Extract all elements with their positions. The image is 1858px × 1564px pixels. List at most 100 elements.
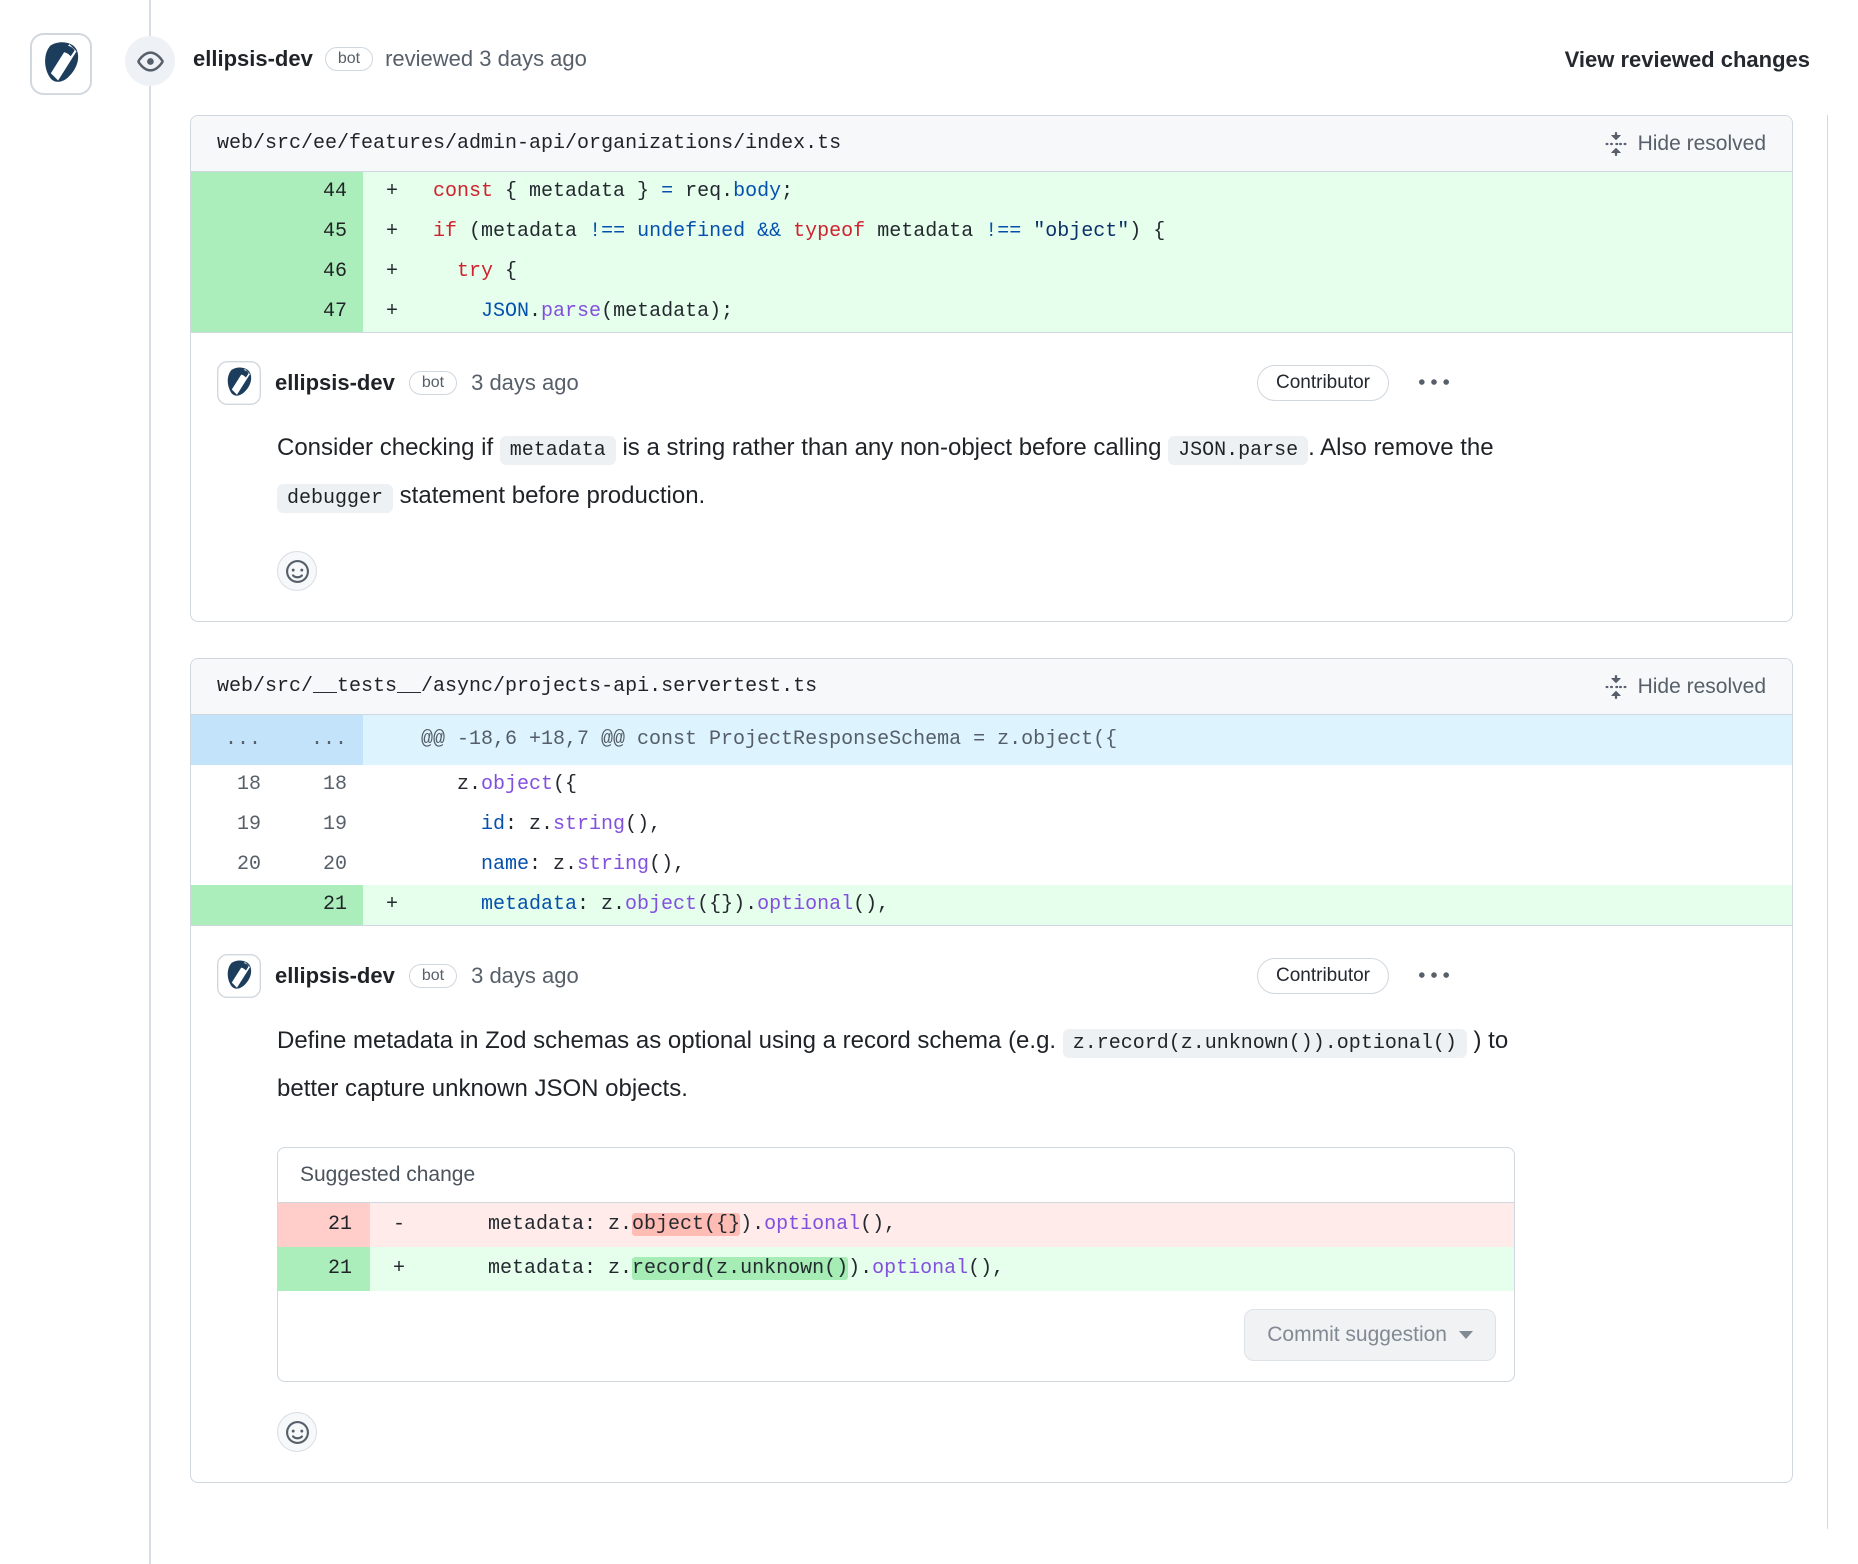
ellipsis-logo-icon <box>217 954 261 998</box>
code-line: name: z.string(), <box>421 845 685 885</box>
diff-block: ......@@ -18,6 +18,7 @@ const ProjectRes… <box>191 715 1792 926</box>
new-line-number: 45 <box>277 212 363 252</box>
code-line: id: z.string(), <box>421 805 661 845</box>
hide-resolved-label: Hide resolved <box>1638 675 1766 699</box>
pr-review-timeline: ellipsis-dev bot reviewed 3 days ago Vie… <box>0 0 1858 1564</box>
code-line: metadata: z.record(z.unknown()).optional… <box>428 1247 1004 1291</box>
inline-code: metadata <box>500 436 616 465</box>
comment-header: ellipsis-dev bot 3 days ago Contributor <box>217 361 1455 405</box>
code-line: metadata: z.object({}).optional(), <box>421 885 889 925</box>
contributor-badge: Contributor <box>1257 365 1389 401</box>
commit-suggestion-button[interactable]: Commit suggestion <box>1244 1309 1496 1361</box>
diff-line-context: 1818 z.object({ <box>191 765 1792 805</box>
bot-badge: bot <box>409 964 457 988</box>
reviewer-name[interactable]: ellipsis-dev <box>193 46 313 72</box>
add-reaction-button[interactable] <box>277 1412 317 1452</box>
diff-line-addition: 46+ try { <box>191 252 1792 292</box>
new-line-number: 47 <box>277 292 363 332</box>
old-line-number: 20 <box>191 845 277 885</box>
ellipsis-logo-icon <box>30 33 92 95</box>
old-line-number <box>191 172 277 212</box>
diff-marker: + <box>363 252 421 292</box>
comment-body: Define metadata in Zod schemas as option… <box>277 1018 1515 1111</box>
inline-code: debugger <box>277 484 393 513</box>
review-header: ellipsis-dev bot reviewed 3 days ago <box>193 46 587 72</box>
review-comment: ellipsis-dev bot 3 days ago Contributor … <box>191 333 1792 621</box>
new-line-number: 21 <box>277 885 363 925</box>
comment-timestamp[interactable]: 3 days ago <box>471 963 579 989</box>
diff-marker <box>363 715 421 765</box>
bot-badge: bot <box>409 371 457 395</box>
new-line-number: 44 <box>277 172 363 212</box>
diff-block: 44+ const { metadata } = req.body;45+ if… <box>191 172 1792 333</box>
comment-author-avatar[interactable] <box>217 954 261 998</box>
kebab-horizontal-icon <box>1419 368 1449 398</box>
diff-marker <box>363 845 421 885</box>
file-header: web/src/__tests__/async/projects-api.ser… <box>191 659 1792 715</box>
container-right-border <box>1827 115 1828 1529</box>
file-path[interactable]: web/src/ee/features/admin-api/organizati… <box>217 132 841 155</box>
bot-badge: bot <box>325 47 373 71</box>
comment-author-name[interactable]: ellipsis-dev <box>275 370 395 396</box>
suggested-change-footer: Commit suggestion <box>278 1291 1514 1381</box>
code-line: try { <box>421 252 517 292</box>
diff-marker: + <box>363 885 421 925</box>
suggested-change-label: Suggested change <box>278 1148 1514 1203</box>
commit-suggestion-label: Commit suggestion <box>1267 1323 1447 1347</box>
review-action-time: reviewed 3 days ago <box>385 46 587 72</box>
smiley-icon <box>286 1421 309 1444</box>
diff-marker: + <box>363 292 421 332</box>
diff-marker <box>363 765 421 805</box>
file-path[interactable]: web/src/__tests__/async/projects-api.ser… <box>217 675 817 698</box>
comment-body: Consider checking if metadata is a strin… <box>277 425 1515 521</box>
line-number: 21 <box>278 1203 370 1247</box>
comment-author-name[interactable]: ellipsis-dev <box>275 963 395 989</box>
old-line-number <box>191 212 277 252</box>
new-line-number: 20 <box>277 845 363 885</box>
code-line: JSON.parse(metadata); <box>421 292 733 332</box>
new-line-number: ... <box>277 715 363 765</box>
smiley-icon <box>286 560 309 583</box>
diff-hunk-header: ......@@ -18,6 +18,7 @@ const ProjectRes… <box>191 715 1792 765</box>
review-thread-card-2: web/src/__tests__/async/projects-api.ser… <box>190 658 1793 1483</box>
chevron-down-icon <box>1459 1331 1473 1339</box>
diff-marker: + <box>363 212 421 252</box>
review-event-badge <box>125 36 175 86</box>
code-line: if (metadata !== undefined && typeof met… <box>421 212 1165 252</box>
view-reviewed-changes-link[interactable]: View reviewed changes <box>1565 47 1810 73</box>
comment-header: ellipsis-dev bot 3 days ago Contributor <box>217 954 1455 998</box>
code-line: z.object({ <box>421 765 577 805</box>
comment-options-button[interactable] <box>1413 364 1455 402</box>
diff-line-context: 2020 name: z.string(), <box>191 845 1792 885</box>
reviewer-avatar[interactable] <box>30 33 92 95</box>
diff-line-addition: 45+ if (metadata !== undefined && typeof… <box>191 212 1792 252</box>
diff-line-addition: 21+ metadata: z.object({}).optional(), <box>191 885 1792 925</box>
suggestion-deletion-line: 21- metadata: z.object({}).optional(), <box>278 1203 1514 1247</box>
diff-marker: - <box>370 1203 428 1247</box>
kebab-horizontal-icon <box>1419 961 1449 991</box>
comment-timestamp[interactable]: 3 days ago <box>471 370 579 396</box>
old-line-number <box>191 252 277 292</box>
fold-icon <box>1604 132 1628 156</box>
timeline-line <box>149 0 151 1564</box>
fold-icon <box>1604 675 1628 699</box>
new-line-number: 18 <box>277 765 363 805</box>
file-header: web/src/ee/features/admin-api/organizati… <box>191 116 1792 172</box>
add-reaction-button[interactable] <box>277 551 317 591</box>
hide-resolved-button[interactable]: Hide resolved <box>1604 675 1766 699</box>
comment-options-button[interactable] <box>1413 957 1455 995</box>
old-line-number: 19 <box>191 805 277 845</box>
hide-resolved-button[interactable]: Hide resolved <box>1604 132 1766 156</box>
comment-author-avatar[interactable] <box>217 361 261 405</box>
diff-line-context: 1919 id: z.string(), <box>191 805 1792 845</box>
new-line-number: 19 <box>277 805 363 845</box>
inline-code: z.record(z.unknown()).optional() <box>1063 1029 1467 1058</box>
eye-icon <box>137 48 164 75</box>
review-comment: ellipsis-dev bot 3 days ago Contributor … <box>191 926 1792 1482</box>
suggested-change-diff: 21- metadata: z.object({}).optional(),21… <box>278 1203 1514 1291</box>
review-threads: web/src/ee/features/admin-api/organizati… <box>190 115 1793 1519</box>
hide-resolved-label: Hide resolved <box>1638 132 1766 156</box>
old-line-number: ... <box>191 715 277 765</box>
diff-marker <box>363 805 421 845</box>
diff-marker: + <box>370 1247 428 1291</box>
